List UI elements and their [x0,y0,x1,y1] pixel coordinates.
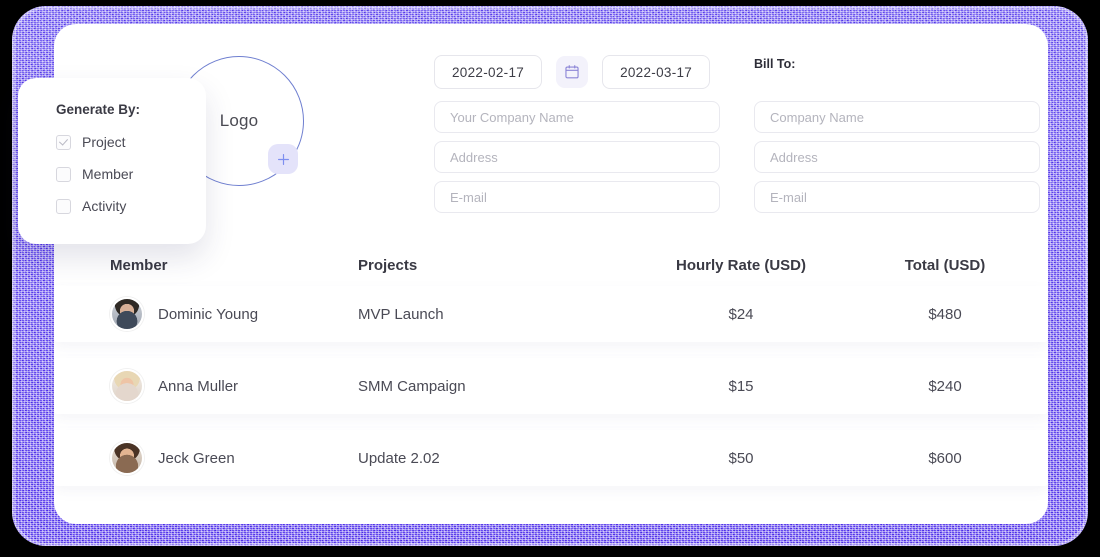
end-date-field[interactable]: 2022-03-17 [602,55,711,89]
generate-by-option-member[interactable]: Member [56,166,206,182]
row-member-name: Jeck Green [158,449,235,467]
row-total: $480 [928,305,962,323]
billto-email-input[interactable] [754,181,1040,213]
column-header-member: Member [110,256,168,274]
row-rate: $50 [728,449,754,467]
option-label: Member [82,166,134,182]
row-project: SMM Campaign [358,377,466,395]
sender-company-input[interactable] [434,101,720,133]
billto-company-input[interactable] [754,101,1040,133]
row-project: MVP Launch [358,305,444,323]
row-project: Update 2.02 [358,449,440,467]
start-date-field[interactable]: 2022-02-17 [434,55,543,89]
row-member-name: Anna Muller [158,377,239,395]
bill-to-title: Bill To: [754,57,796,71]
checkbox-icon[interactable] [56,198,71,214]
option-label: Project [82,134,126,150]
avatar [110,441,144,475]
row-total: $600 [928,449,962,467]
generate-by-panel: Generate By: Project Member Activity [18,78,206,244]
table-header-row: Member Projects Hourly Rate (USD) Total … [54,244,1048,286]
sender-email-input[interactable] [434,181,720,213]
billto-address-input[interactable] [754,141,1040,173]
row-rate: $24 [728,305,754,323]
column-header-rate: Hourly Rate (USD) [675,256,806,274]
sender-form [434,101,720,221]
table-row[interactable]: Dominic Young MVP Launch $24 $480 [54,286,1048,342]
column-header-projects: Projects [358,256,418,274]
avatar [110,369,144,403]
row-rate: $15 [728,377,754,395]
column-header-total: Total (USD) [904,256,986,274]
calendar-icon[interactable] [556,56,589,88]
generate-by-option-activity[interactable]: Activity [56,198,206,214]
generate-by-title: Generate By: [56,102,141,117]
sender-address-input[interactable] [434,141,720,173]
line-items-table: Member Projects Hourly Rate (USD) Total … [54,244,1048,502]
plus-icon[interactable] [268,144,298,174]
generate-by-option-project[interactable]: Project [56,134,206,150]
checkbox-icon[interactable] [56,166,71,182]
avatar [110,297,144,331]
option-label: Activity [82,198,127,214]
row-total: $240 [928,377,962,395]
bill-to-form [754,101,1040,221]
table-row[interactable]: Jeck Green Update 2.02 $50 $600 [54,430,1048,486]
table-row[interactable]: Anna Muller SMM Campaign $15 $240 [54,358,1048,414]
checkbox-checked-icon[interactable] [56,134,71,150]
date-range-row: 2022-02-17 2022-03-17 [434,55,711,89]
row-member-name: Dominic Young [158,305,259,323]
